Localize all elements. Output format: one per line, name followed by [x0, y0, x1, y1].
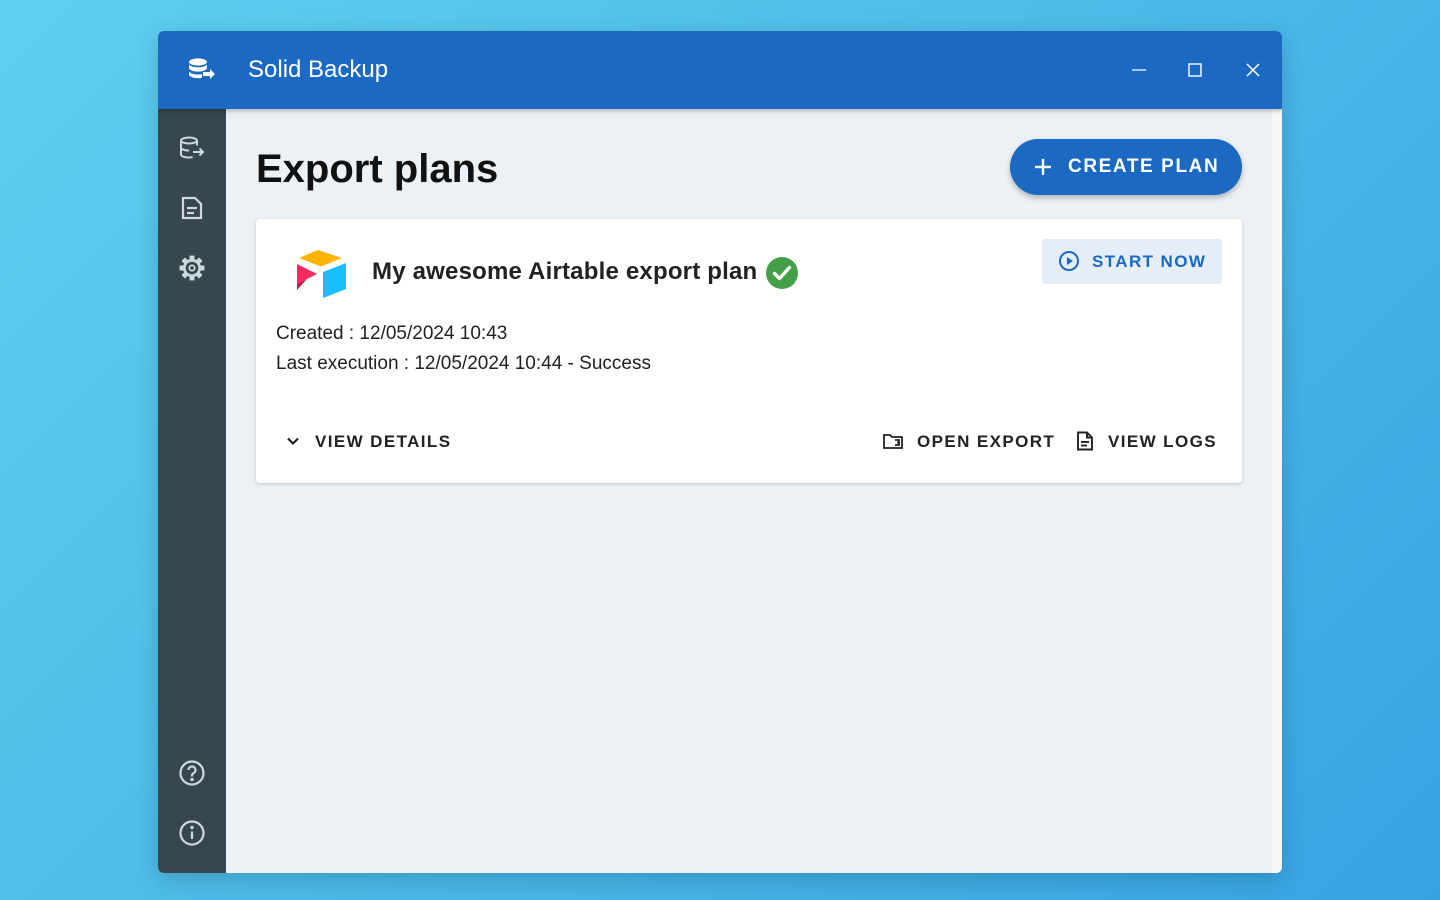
- app-logo-icon: [186, 55, 216, 85]
- sidebar-item-help[interactable]: [176, 757, 208, 789]
- check-circle-icon: [766, 257, 798, 289]
- gear-icon: [179, 255, 205, 281]
- plus-icon: [1035, 159, 1051, 175]
- open-export-label: OPEN EXPORT: [917, 432, 1056, 451]
- plan-name: My awesome Airtable export plan: [372, 258, 758, 285]
- close-button[interactable]: [1238, 55, 1268, 85]
- view-details-label: VIEW DETAILS: [315, 432, 452, 451]
- minimize-icon: [1132, 69, 1146, 71]
- plan-last-execution: Last execution : 12/05/2024 10:44 - Succ…: [276, 353, 651, 374]
- app-title: Solid Backup: [248, 56, 389, 83]
- title-bar[interactable]: Solid Backup: [158, 31, 1282, 109]
- view-details-button[interactable]: VIEW DETAILS: [282, 427, 452, 457]
- sidebar-item-logs[interactable]: [176, 192, 208, 224]
- maximize-icon: [1188, 63, 1202, 77]
- sidebar: [158, 109, 226, 873]
- main-content: Export plans CREATE PLAN My awesome Airt…: [226, 109, 1272, 873]
- start-now-button[interactable]: START NOW: [1042, 239, 1222, 284]
- open-export-button[interactable]: OPEN EXPORT: [882, 427, 1056, 457]
- plan-card: My awesome Airtable export plan START NO…: [256, 219, 1242, 483]
- minimize-button[interactable]: [1124, 55, 1154, 85]
- sidebar-item-settings[interactable]: [176, 252, 208, 284]
- document-icon: [1077, 431, 1093, 451]
- create-plan-label: CREATE PLAN: [1068, 156, 1220, 177]
- database-export-icon: [180, 136, 205, 159]
- chevron-down-icon: [287, 437, 299, 446]
- document-icon: [181, 196, 203, 220]
- plan-created: Created : 12/05/2024 10:43: [276, 323, 508, 344]
- scrollbar-track[interactable]: [1272, 109, 1282, 873]
- close-icon: [1246, 63, 1260, 77]
- info-circle-icon: [179, 820, 205, 846]
- help-circle-icon: [179, 760, 205, 786]
- play-circle-icon: [1059, 251, 1079, 271]
- airtable-logo: [297, 250, 346, 298]
- page-title: Export plans: [256, 147, 499, 191]
- maximize-button[interactable]: [1180, 55, 1210, 85]
- view-logs-button[interactable]: VIEW LOGS: [1074, 427, 1217, 457]
- view-logs-label: VIEW LOGS: [1108, 432, 1217, 451]
- folder-open-icon: [883, 434, 903, 449]
- start-now-label: START NOW: [1092, 252, 1207, 271]
- app-window: Solid Backup Export plans CREATE PLAN My…: [158, 31, 1282, 873]
- sidebar-item-export-plans[interactable]: [176, 132, 208, 164]
- create-plan-button[interactable]: CREATE PLAN: [1010, 139, 1242, 195]
- sidebar-item-about[interactable]: [176, 817, 208, 849]
